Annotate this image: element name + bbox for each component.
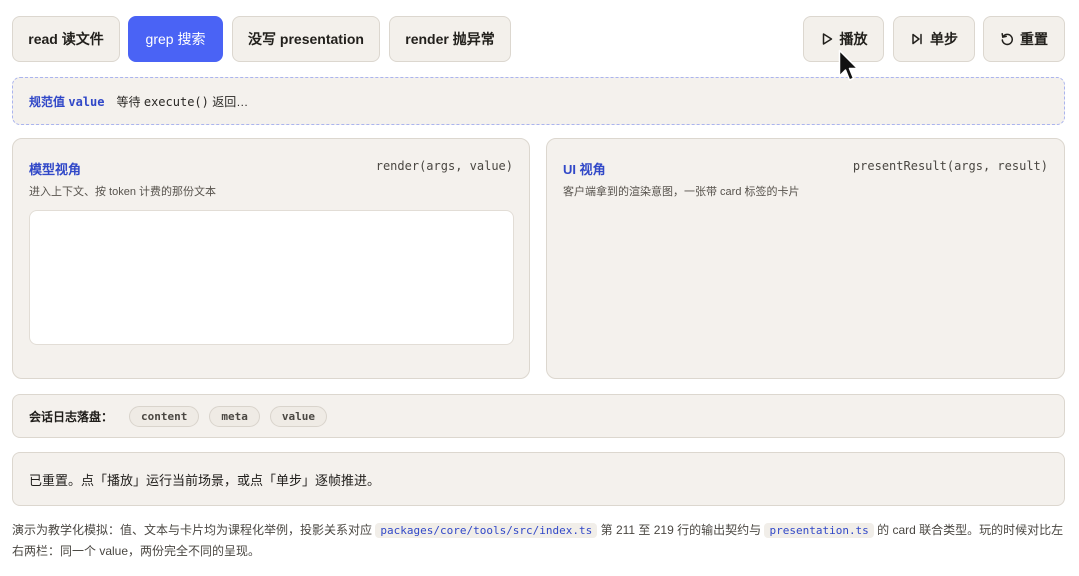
play-label: 播放 bbox=[839, 31, 868, 47]
value-status: 等待 execute() 返回… bbox=[116, 93, 248, 110]
session-log-label: 会话日志落盘： bbox=[29, 409, 114, 424]
footer-note: 演示为教学化模拟：值、文本与卡片均为课程化举例，投影关系对应 packages/… bbox=[12, 520, 1067, 562]
scenario-render-throws-button[interactable]: render 抛异常 bbox=[389, 16, 511, 62]
model-view-signature: render(args, value) bbox=[375, 159, 513, 173]
value-tag-code: value bbox=[68, 94, 105, 109]
status-message: 已重置。点「播放」运行当前场景，或点「单步」逐帧推进。 bbox=[29, 472, 381, 488]
session-log-bar: 会话日志落盘： content meta value bbox=[12, 394, 1065, 438]
model-view-description: 进入上下文、按 token 计费的那份文本 bbox=[29, 186, 217, 198]
value-tag: 规范值 value bbox=[29, 93, 104, 110]
play-icon bbox=[820, 32, 834, 46]
mouse-cursor-icon bbox=[838, 49, 859, 81]
value-wait-suffix: 返回… bbox=[212, 94, 249, 109]
scenario-grep-button[interactable]: grep 搜索 bbox=[128, 16, 223, 62]
reset-button[interactable]: 重置 bbox=[983, 16, 1065, 62]
footer-code-path: packages/core/tools/src/index.ts bbox=[375, 523, 598, 538]
scenario-read-button[interactable]: read 读文件 bbox=[12, 16, 120, 62]
step-button[interactable]: 单步 bbox=[893, 16, 975, 62]
footer-text-2: 第 211 至 219 行的输出契约与 bbox=[600, 523, 762, 537]
value-wait-code: execute() bbox=[143, 94, 209, 109]
reset-icon bbox=[1000, 32, 1014, 46]
ui-view-signature: presentResult(args, result) bbox=[852, 159, 1048, 173]
footer-code-file: presentation.ts bbox=[764, 523, 874, 538]
log-field-chip: meta bbox=[209, 405, 260, 427]
ui-view-description: 客户端拿到的渲染意图，一张带 card 标签的卡片 bbox=[563, 186, 800, 198]
scenario-read-label: read 读文件 bbox=[28, 31, 104, 47]
scenario-no-presentation-label: 没写 presentation bbox=[248, 31, 364, 47]
reset-label: 重置 bbox=[1020, 31, 1048, 47]
step-forward-icon bbox=[910, 32, 924, 46]
value-tag-prefix: 规范值 bbox=[29, 94, 66, 109]
scenario-grep-label: grep 搜索 bbox=[145, 31, 206, 47]
log-field-chip: content bbox=[129, 405, 200, 427]
ui-view-panel: UI 视角 presentResult(args, result) 客户端拿到的… bbox=[546, 138, 1065, 379]
model-view-title: 模型视角 bbox=[29, 162, 82, 177]
model-view-panel: 模型视角 render(args, value) 进入上下文、按 token 计… bbox=[12, 138, 530, 379]
scenario-no-presentation-button[interactable]: 没写 presentation bbox=[232, 16, 380, 62]
scenario-render-throws-label: render 抛异常 bbox=[405, 31, 495, 47]
value-wait-prefix: 等待 bbox=[116, 94, 141, 109]
status-message-bar: 已重置。点「播放」运行当前场景，或点「单步」逐帧推进。 bbox=[12, 452, 1065, 506]
canonical-value-bar: 规范值 value 等待 execute() 返回… bbox=[12, 77, 1065, 125]
footer-text-1: 演示为教学化模拟：值、文本与卡片均为课程化举例，投影关系对应 bbox=[12, 523, 373, 537]
log-field-chip: value bbox=[269, 405, 327, 427]
step-label: 单步 bbox=[930, 31, 958, 47]
ui-view-title: UI 视角 bbox=[563, 162, 606, 177]
model-view-output-box bbox=[29, 210, 514, 345]
